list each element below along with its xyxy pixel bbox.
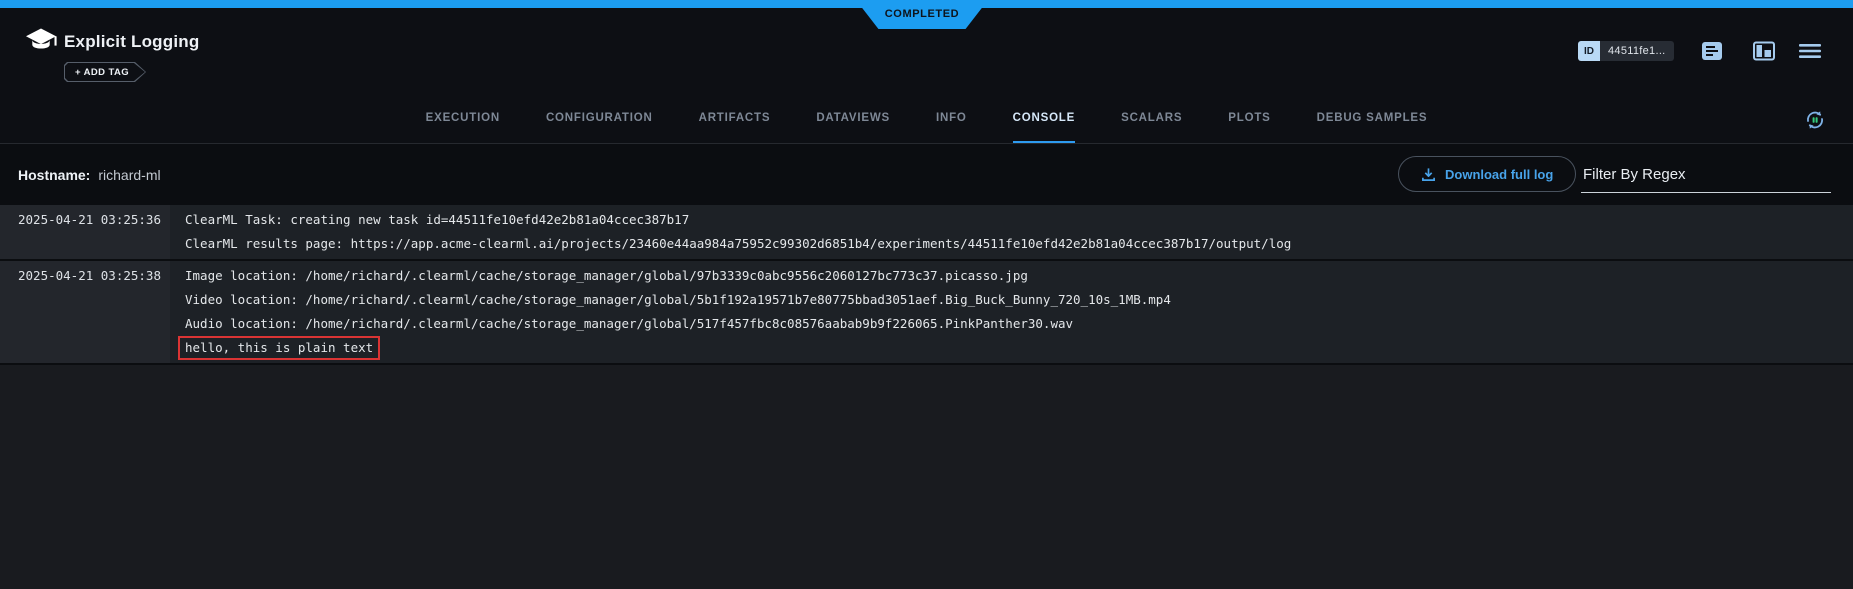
hostname-label: Hostname:: [18, 167, 90, 183]
split-view-icon[interactable]: [1752, 41, 1776, 61]
filter-by-regex-input[interactable]: [1581, 162, 1831, 193]
log-group: 2025-04-21 03:25:38Image location: /home…: [0, 261, 1853, 365]
clearml-logo-icon: [22, 24, 60, 60]
highlighted-log-text: hello, this is plain text: [178, 336, 380, 360]
log-line: Audio location: /home/richard/.clearml/c…: [170, 312, 1853, 336]
tab-console[interactable]: CONSOLE: [990, 95, 1098, 143]
hostname-value: richard-ml: [98, 167, 160, 183]
id-value: 44511fe1...: [1600, 41, 1674, 61]
log-line: hello, this is plain text: [170, 336, 1853, 360]
tab-label: DEBUG SAMPLES: [1317, 95, 1428, 143]
log-line: Video location: /home/richard/.clearml/c…: [170, 288, 1853, 312]
log-timestamp: 2025-04-21 03:25:36: [0, 205, 170, 259]
log-timestamp: 2025-04-21 03:25:38: [0, 261, 170, 363]
tab-info[interactable]: INFO: [913, 95, 990, 143]
tab-label: INFO: [936, 95, 967, 143]
tab-scalars[interactable]: SCALARS: [1098, 95, 1205, 143]
add-tag-label: + ADD TAG: [75, 67, 135, 78]
log-line: Image location: /home/richard/.clearml/c…: [170, 264, 1853, 288]
clearml-experiment-page: COMPLETED Explicit Logging + ADD TAG ID …: [0, 0, 1853, 589]
id-chip-label: ID: [1578, 41, 1600, 61]
tab-artifacts[interactable]: ARTIFACTS: [676, 95, 794, 143]
log-line: ClearML Task: creating new task id=44511…: [170, 208, 1853, 232]
tab-plots[interactable]: PLOTS: [1205, 95, 1293, 143]
tab-configuration[interactable]: CONFIGURATION: [523, 95, 676, 143]
auto-refresh-paused-icon[interactable]: [1803, 108, 1827, 132]
log-line: ClearML results page: https://app.acme-c…: [170, 232, 1853, 256]
tab-label: SCALARS: [1121, 95, 1182, 143]
hostname: Hostname: richard-ml: [18, 144, 161, 205]
log-group: 2025-04-21 03:25:36ClearML Task: creatin…: [0, 205, 1853, 261]
tabs: EXECUTION CONFIGURATION ARTIFACTS DATAVIEWS…: [0, 95, 1853, 143]
tab-label: ARTIFACTS: [699, 95, 771, 143]
tab-label: CONFIGURATION: [546, 95, 653, 143]
tab-label: PLOTS: [1228, 95, 1270, 143]
tab-label: EXECUTION: [426, 95, 500, 143]
status-color-bar: [0, 0, 1853, 8]
menu-icon[interactable]: [1798, 41, 1822, 61]
add-tag-button[interactable]: + ADD TAG: [64, 62, 146, 82]
log-messages: ClearML Task: creating new task id=44511…: [170, 205, 1853, 259]
tab-debug-samples[interactable]: DEBUG SAMPLES: [1294, 95, 1451, 143]
task-details-icon[interactable]: [1700, 41, 1724, 61]
console-toolbar: Hostname: richard-ml Download full log: [0, 143, 1853, 205]
download-full-log-button[interactable]: Download full log: [1398, 156, 1576, 192]
download-full-log-label: Download full log: [1445, 167, 1553, 182]
tab-execution[interactable]: EXECUTION: [403, 95, 523, 143]
page-title: Explicit Logging: [64, 32, 199, 52]
log-messages: Image location: /home/richard/.clearml/c…: [170, 261, 1853, 363]
status-badge-label: COMPLETED: [885, 8, 959, 20]
task-id-badge[interactable]: ID 44511fe1...: [1578, 41, 1674, 61]
tab-dataviews[interactable]: DATAVIEWS: [793, 95, 913, 143]
console-log[interactable]: 2025-04-21 03:25:36ClearML Task: creatin…: [0, 205, 1853, 365]
tab-label: DATAVIEWS: [816, 95, 890, 143]
download-icon: [1421, 167, 1436, 182]
tab-label: CONSOLE: [1013, 95, 1075, 143]
